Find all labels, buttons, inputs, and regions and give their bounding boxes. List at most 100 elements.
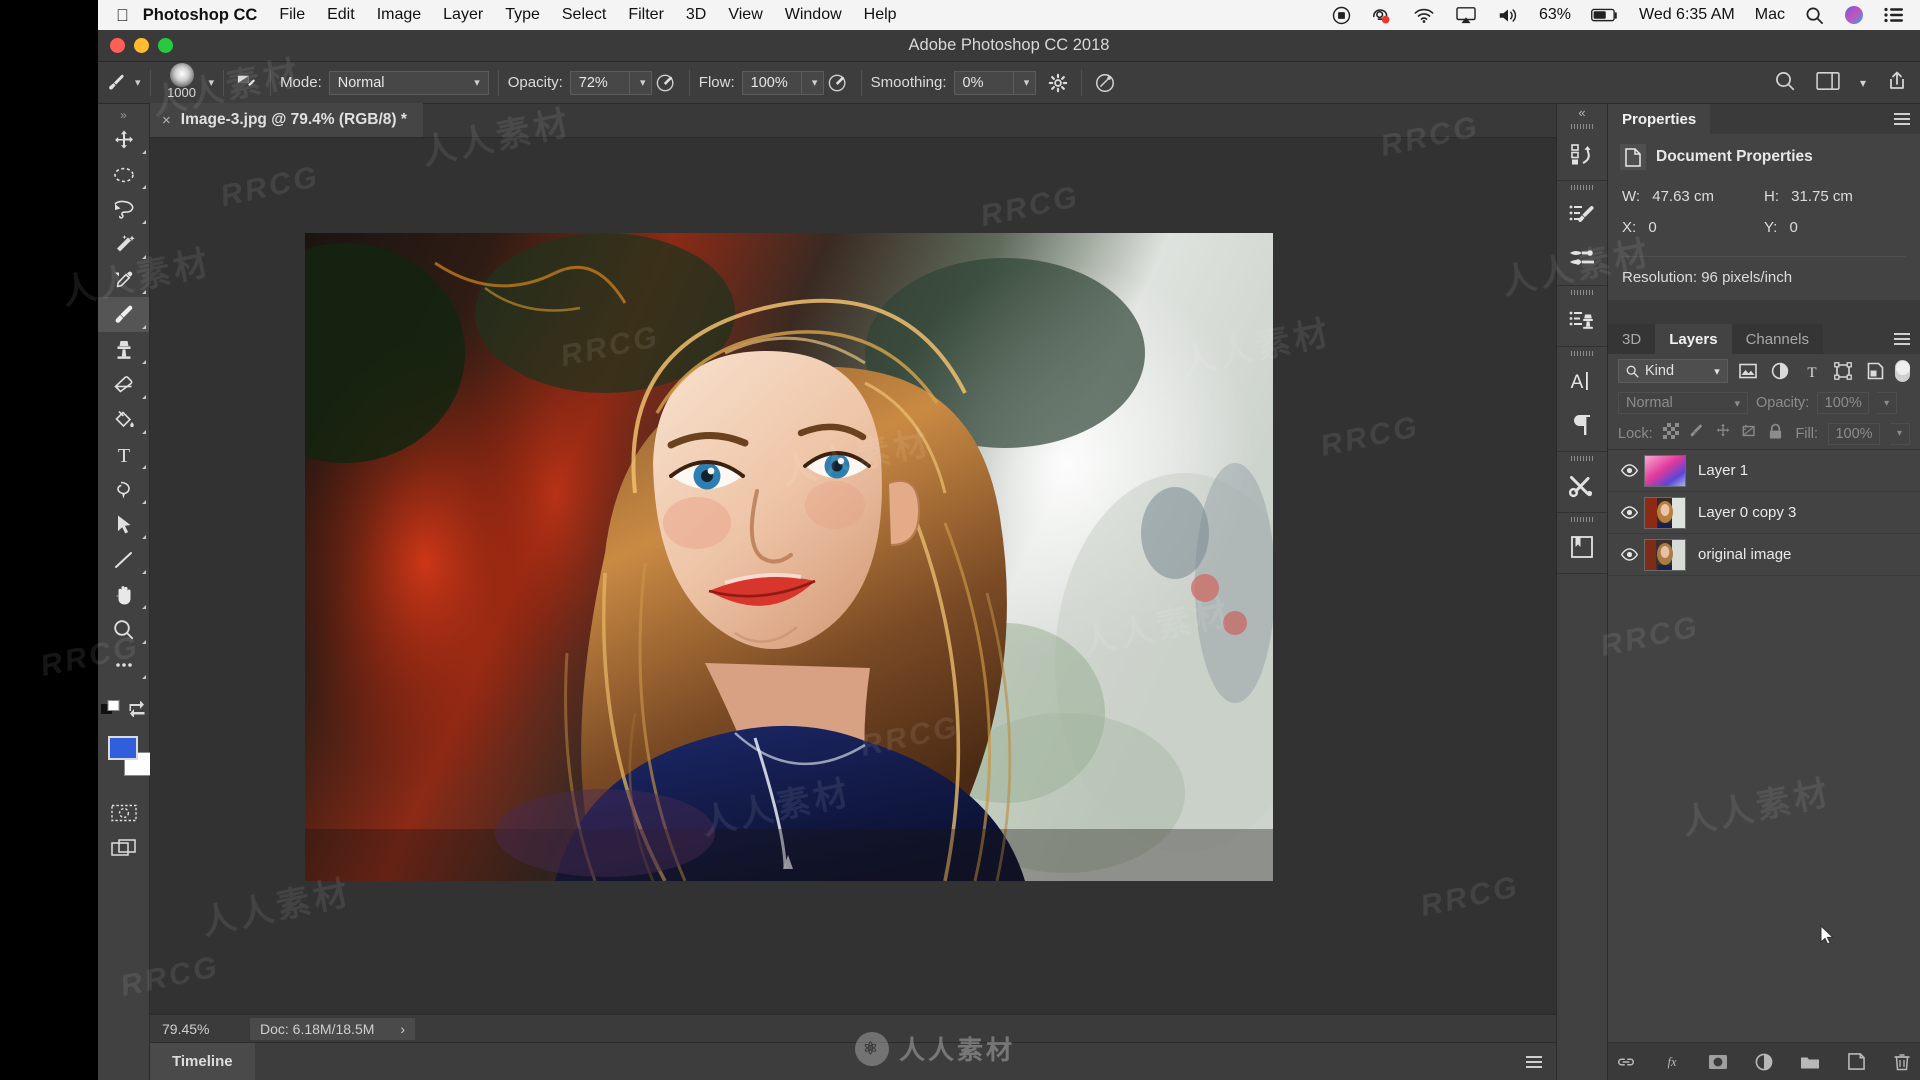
layer-opacity-input[interactable]: 100% <box>1817 392 1869 414</box>
screen-mode-toggle[interactable] <box>98 830 149 865</box>
filter-pixel-icon[interactable] <box>1736 359 1760 383</box>
y-field[interactable]: Y: 0 <box>1764 219 1906 236</box>
layer-fill-input[interactable]: 100% <box>1828 423 1880 445</box>
apple-logo-icon[interactable]:  <box>116 7 129 24</box>
libraries-icon[interactable] <box>1557 525 1607 569</box>
dock-grabber[interactable] <box>1557 513 1607 525</box>
paint-bucket-tool[interactable] <box>98 402 149 437</box>
filter-enable-toggle[interactable] <box>1895 360 1910 382</box>
delete-layer-icon[interactable] <box>1892 1052 1912 1072</box>
clone-stamp-tool[interactable] <box>98 332 149 367</box>
blend-mode-select[interactable]: Normal ▾ <box>329 71 489 95</box>
control-center-icon[interactable] <box>1884 7 1904 23</box>
width-field[interactable]: W: 47.63 cm <box>1622 188 1764 205</box>
table-row[interactable]: original image <box>1608 534 1920 576</box>
pen-tool[interactable] <box>98 472 149 507</box>
brush-tool-icon[interactable] <box>104 70 130 96</box>
menu-app-name[interactable]: Photoshop CC <box>143 6 258 25</box>
menu-type[interactable]: Type <box>505 6 540 24</box>
brush-presets-icon[interactable] <box>1557 193 1607 237</box>
flow-input[interactable]: 100% <box>742 71 802 95</box>
brush-panel-toggle-icon[interactable] <box>233 70 261 96</box>
chevron-down-icon[interactable]: ▾ <box>1860 76 1866 90</box>
menu-filter[interactable]: Filter <box>628 6 664 24</box>
layer-thumbnail[interactable] <box>1644 455 1686 487</box>
menu-view[interactable]: View <box>728 6 762 24</box>
close-window-button[interactable] <box>110 38 125 53</box>
line-tool[interactable] <box>98 542 149 577</box>
default-colors-icon[interactable] <box>101 700 121 718</box>
tool-presets-icon[interactable] <box>1557 464 1607 508</box>
brush-settings-icon[interactable] <box>1557 237 1607 281</box>
lock-transparency-icon[interactable] <box>1663 423 1679 444</box>
maximize-window-button[interactable] <box>158 38 173 53</box>
tab-layers[interactable]: Layers <box>1655 324 1731 354</box>
layer-visibility-toggle[interactable] <box>1614 464 1644 477</box>
search-icon[interactable] <box>1805 6 1824 25</box>
menu-window[interactable]: Window <box>785 6 842 24</box>
clock[interactable]: Wed 6:35 AM <box>1639 6 1735 24</box>
table-row[interactable]: Layer 0 copy 3 <box>1608 492 1920 534</box>
wifi-icon[interactable] <box>1413 7 1435 24</box>
image-canvas[interactable] <box>305 233 1273 881</box>
dock-grabber[interactable] <box>1557 347 1607 359</box>
layer-thumbnail[interactable] <box>1644 539 1686 571</box>
workspace-icon[interactable] <box>1816 71 1840 95</box>
lock-artboard-icon[interactable] <box>1741 423 1758 444</box>
height-field[interactable]: H: 31.75 cm <box>1764 188 1906 205</box>
x-field[interactable]: X: 0 <box>1622 219 1764 236</box>
tab-channels[interactable]: Channels <box>1732 324 1823 354</box>
record-icon[interactable] <box>1332 6 1351 25</box>
doc-info-arrow-icon[interactable]: › <box>400 1021 405 1037</box>
siri-icon[interactable] <box>1844 5 1864 25</box>
link-layers-icon[interactable] <box>1616 1052 1636 1072</box>
tools-panel-collapse-icon[interactable]: » <box>98 108 149 122</box>
screen-share-icon[interactable] <box>1371 6 1393 25</box>
type-tool[interactable]: T <box>98 437 149 472</box>
search-icon[interactable] <box>1774 70 1796 96</box>
filter-smart-icon[interactable] <box>1863 359 1887 383</box>
clone-source-icon[interactable] <box>1557 298 1607 342</box>
smoothing-input[interactable]: 0% <box>954 71 1014 95</box>
eyedropper-tool[interactable] <box>98 262 149 297</box>
tab-timeline[interactable]: Timeline <box>150 1043 255 1080</box>
timeline-panel-menu-icon[interactable] <box>1526 1056 1542 1068</box>
filter-shape-icon[interactable] <box>1832 359 1856 383</box>
new-group-icon[interactable] <box>1800 1052 1820 1072</box>
zoom-level[interactable]: 79.45% <box>150 1021 250 1037</box>
brush-preset-chevron-icon[interactable]: ▾ <box>135 76 141 89</box>
dock-grabber[interactable] <box>1557 120 1607 132</box>
lock-image-icon[interactable] <box>1689 423 1705 444</box>
canvas-scroll-pane[interactable] <box>150 138 1556 1014</box>
lock-position-icon[interactable] <box>1715 423 1731 444</box>
smoothing-dropdown-button[interactable]: ▾ <box>1014 71 1036 95</box>
menu-help[interactable]: Help <box>864 6 897 24</box>
dock-collapse-icon[interactable]: « <box>1557 104 1607 120</box>
menu-edit[interactable]: Edit <box>327 6 355 24</box>
lasso-tool[interactable] <box>98 192 149 227</box>
layer-fill-dropdown[interactable]: ▾ <box>1890 423 1910 445</box>
layer-list[interactable]: Layer 1 <box>1608 450 1920 1042</box>
eraser-tool[interactable] <box>98 367 149 402</box>
properties-panel-menu-icon[interactable] <box>1894 113 1910 125</box>
filter-adjustment-icon[interactable] <box>1768 359 1792 383</box>
filter-type-icon[interactable]: T <box>1800 359 1824 383</box>
dock-grabber[interactable] <box>1557 181 1607 193</box>
volume-icon[interactable] <box>1497 7 1519 24</box>
dock-grabber[interactable] <box>1557 452 1607 464</box>
path-selection-tool[interactable] <box>98 507 149 542</box>
swap-colors-icon[interactable] <box>128 701 146 717</box>
layer-opacity-dropdown[interactable]: ▾ <box>1877 392 1897 414</box>
layer-visibility-toggle[interactable] <box>1614 506 1644 519</box>
layers-panel-menu-icon[interactable] <box>1894 333 1910 345</box>
opacity-dropdown-button[interactable]: ▾ <box>630 71 652 95</box>
hand-tool[interactable] <box>98 577 149 612</box>
dock-grabber[interactable] <box>1557 286 1607 298</box>
history-icon[interactable] <box>1557 132 1607 176</box>
layer-filter-kind-select[interactable]: Kind ▾ <box>1618 359 1728 383</box>
lock-all-icon[interactable] <box>1768 423 1783 445</box>
move-tool[interactable] <box>98 122 149 157</box>
document-tab[interactable]: × Image-3.jpg @ 79.4% (RGB/8) * <box>150 103 423 137</box>
brush-settings-chevron-icon[interactable]: ▾ <box>209 76 215 89</box>
character-icon[interactable]: A <box>1557 359 1607 403</box>
